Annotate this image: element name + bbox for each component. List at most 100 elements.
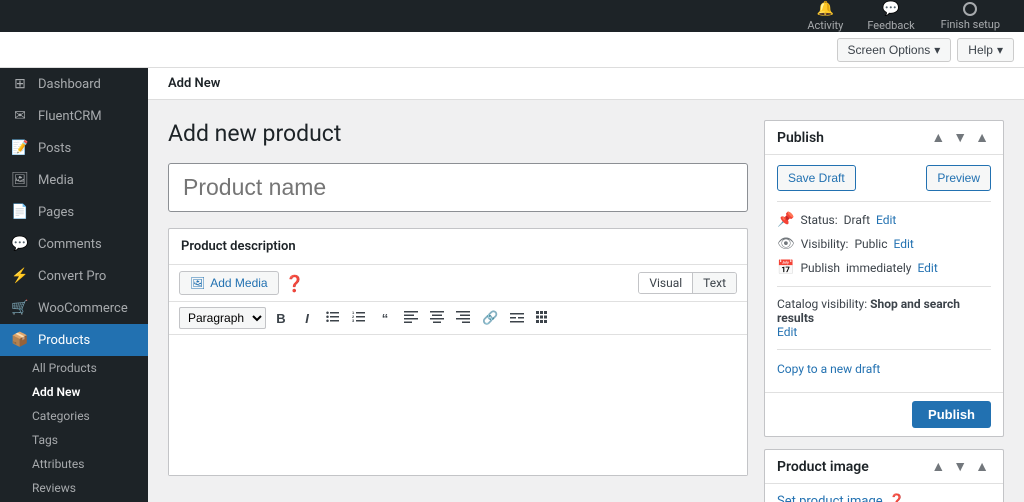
- align-center-button[interactable]: [426, 309, 448, 328]
- main-content: Add New Add new product Product descript…: [148, 68, 1024, 502]
- divider-1: [777, 201, 991, 202]
- sidebar-item-woocommerce[interactable]: 🛒 WooCommerce: [0, 292, 148, 324]
- activity-icon: 🔔: [817, 1, 834, 17]
- link-button[interactable]: 🔗: [478, 308, 502, 328]
- products-icon: 📦: [10, 332, 30, 348]
- preview-button[interactable]: Preview: [926, 165, 991, 191]
- status-edit-link[interactable]: Edit: [876, 213, 896, 227]
- sidebar-label-fluentcrm: FluentCRM: [38, 109, 102, 124]
- comments-icon: 💬: [10, 236, 30, 252]
- more-button[interactable]: [506, 309, 528, 328]
- woocommerce-icon: 🛒: [10, 300, 30, 316]
- publish-label: Publish: [800, 261, 840, 275]
- product-image-collapse-down[interactable]: ▼: [951, 458, 969, 475]
- right-sidebar: Publish ▲ ▼ ▲ Save Draft Preview: [764, 120, 1004, 502]
- product-image-header: Product image ▲ ▼ ▲: [765, 450, 1003, 484]
- finish-setup-button[interactable]: Finish setup: [927, 0, 1014, 32]
- sidebar-item-media[interactable]: 🖼 Media: [0, 164, 148, 196]
- screen-options-arrow: ▾: [934, 43, 940, 57]
- product-name-input[interactable]: [168, 163, 748, 212]
- sidebar-item-comments[interactable]: 💬 Comments: [0, 228, 148, 260]
- save-draft-button[interactable]: Save Draft: [777, 165, 856, 191]
- convert-pro-icon: ⚡: [10, 268, 30, 284]
- metabox-toggle[interactable]: ▲: [973, 129, 991, 146]
- sidebar-label-media: Media: [38, 173, 74, 188]
- sidebar-item-dashboard[interactable]: ⊞ Dashboard: [0, 68, 148, 100]
- editor-body[interactable]: [169, 335, 747, 475]
- status-label: Status:: [800, 213, 837, 227]
- sidebar-item-fluentcrm[interactable]: ✉ FluentCRM: [0, 100, 148, 132]
- add-new-heading: Add New: [168, 76, 220, 91]
- sidebar-subitem-add-new[interactable]: Add New: [0, 380, 148, 404]
- publish-button[interactable]: Publish: [912, 401, 991, 428]
- catalog-visibility-edit[interactable]: Edit: [777, 325, 797, 339]
- add-new-label: Add New: [32, 385, 80, 399]
- product-image-body: Set product image ❓: [765, 484, 1003, 502]
- fluentcrm-icon: ✉: [10, 108, 30, 124]
- activity-button[interactable]: 🔔 Activity: [795, 0, 855, 32]
- set-product-image-link[interactable]: Set product image: [777, 494, 883, 502]
- layout: ⊞ Dashboard ✉ FluentCRM 📝 Posts 🖼 Media …: [0, 68, 1024, 502]
- metabox-collapse-up[interactable]: ▲: [929, 129, 947, 146]
- sidebar-item-products[interactable]: 📦 Products: [0, 324, 148, 356]
- status-icon: 📌: [777, 212, 794, 228]
- product-image-collapse-up[interactable]: ▲: [929, 458, 947, 475]
- editor-help-icon[interactable]: ❓: [285, 274, 305, 293]
- help-arrow: ▾: [997, 43, 1003, 57]
- circle-icon: [963, 2, 977, 16]
- align-left-button[interactable]: [400, 309, 422, 328]
- copy-draft-link[interactable]: Copy to a new draft: [777, 356, 991, 382]
- status-value: Draft: [844, 213, 870, 227]
- sidebar-subitem-tags[interactable]: Tags: [0, 428, 148, 452]
- screen-options-label: Screen Options: [848, 43, 931, 57]
- bold-button[interactable]: B: [270, 309, 292, 328]
- sidebar-label-woocommerce: WooCommerce: [38, 301, 128, 316]
- visibility-row: 👁 Visibility: Public Edit: [777, 232, 991, 256]
- svg-text:3: 3: [352, 318, 355, 323]
- editor-header-label: Product description: [181, 239, 296, 254]
- add-media-button[interactable]: 🖼 Add Media: [179, 271, 279, 295]
- view-tabs: Visual Text: [638, 272, 737, 294]
- kitchen-sink-button[interactable]: [532, 309, 554, 328]
- sidebar-subitem-reviews[interactable]: Reviews: [0, 476, 148, 500]
- product-image-help-icon[interactable]: ❓: [889, 494, 905, 502]
- main-column: Add new product Product description 🖼 Ad…: [168, 120, 748, 476]
- screen-options-button[interactable]: Screen Options ▾: [837, 38, 952, 62]
- feedback-icon: 💬: [882, 1, 899, 17]
- product-image-toggle[interactable]: ▲: [973, 458, 991, 475]
- sidebar-label-convert-pro: Convert Pro: [38, 269, 106, 284]
- product-image-title: Product image: [777, 459, 923, 475]
- admin-bar: 🔔 Activity 💬 Feedback Finish setup: [0, 0, 1024, 32]
- sidebar-item-convert-pro[interactable]: ⚡ Convert Pro: [0, 260, 148, 292]
- product-image-controls: ▲ ▼ ▲: [929, 458, 991, 475]
- activity-label: Activity: [807, 19, 843, 32]
- publish-metabox: Publish ▲ ▼ ▲ Save Draft Preview: [764, 120, 1004, 437]
- sidebar-subitem-all-products[interactable]: All Products: [0, 356, 148, 380]
- sidebar-label-dashboard: Dashboard: [38, 77, 101, 92]
- sidebar: ⊞ Dashboard ✉ FluentCRM 📝 Posts 🖼 Media …: [0, 68, 148, 502]
- tags-label: Tags: [32, 433, 58, 447]
- tab-text[interactable]: Text: [693, 273, 736, 293]
- sidebar-subitem-categories[interactable]: Categories: [0, 404, 148, 428]
- finish-setup-label: Finish setup: [941, 18, 1000, 31]
- ordered-list-button[interactable]: 123: [348, 308, 370, 329]
- sidebar-item-posts[interactable]: 📝 Posts: [0, 132, 148, 164]
- feedback-button[interactable]: 💬 Feedback: [855, 0, 926, 32]
- unordered-list-button[interactable]: [322, 308, 344, 329]
- catalog-visibility-row: Catalog visibility: Shop and search resu…: [777, 293, 991, 343]
- align-right-button[interactable]: [452, 309, 474, 328]
- help-button[interactable]: Help ▾: [957, 38, 1014, 62]
- catalog-visibility-label: Catalog visibility:: [777, 297, 867, 311]
- sidebar-label-products: Products: [38, 333, 90, 348]
- metabox-collapse-down[interactable]: ▼: [951, 129, 969, 146]
- attributes-label: Attributes: [32, 457, 84, 471]
- sidebar-subitem-attributes[interactable]: Attributes: [0, 452, 148, 476]
- blockquote-button[interactable]: “: [374, 309, 396, 328]
- publish-metabox-footer: Publish: [765, 392, 1003, 436]
- publish-edit-link[interactable]: Edit: [917, 261, 937, 275]
- visibility-edit-link[interactable]: Edit: [894, 237, 914, 251]
- italic-button[interactable]: I: [296, 309, 318, 328]
- tab-visual[interactable]: Visual: [639, 273, 693, 293]
- sidebar-item-pages[interactable]: 📄 Pages: [0, 196, 148, 228]
- paragraph-select[interactable]: Paragraph Heading 1 Heading 2: [179, 307, 266, 329]
